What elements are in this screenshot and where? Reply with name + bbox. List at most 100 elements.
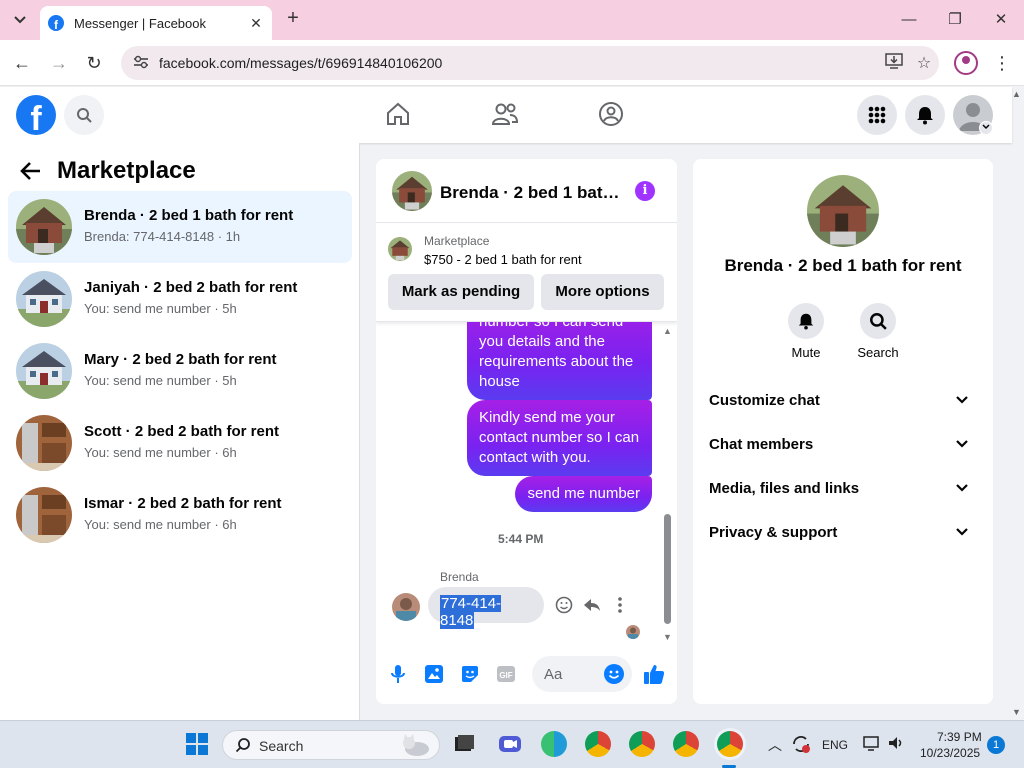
address-bar[interactable]: facebook.com/messages/t/696914840106200 …	[121, 46, 939, 80]
sync-alert-icon[interactable]	[791, 734, 811, 754]
new-tab-icon[interactable]: +	[282, 8, 304, 30]
conversation-item-ismar[interactable]: Ismar · 2 bed 2 bath for rent You: send …	[8, 479, 352, 551]
language-indicator[interactable]: ENG	[822, 738, 848, 752]
seen-avatar	[626, 625, 640, 639]
edge-browser-icon[interactable]	[541, 731, 567, 757]
site-info-icon[interactable]	[131, 55, 151, 72]
listing-thumbnail[interactable]	[388, 237, 412, 261]
chat-members-row[interactable]: Chat members	[709, 425, 977, 465]
microphone-icon[interactable]	[386, 662, 410, 686]
back-arrow-icon[interactable]	[20, 161, 42, 187]
clock-date[interactable]: 10/23/2025	[920, 746, 980, 760]
minimize-icon[interactable]: —	[897, 8, 921, 32]
chat-house-thumbnail[interactable]	[392, 171, 432, 211]
chrome-profile-a-icon[interactable]	[585, 731, 611, 757]
tab-search-chevron-icon[interactable]	[8, 8, 32, 32]
sticker-icon[interactable]	[458, 662, 482, 686]
install-app-icon[interactable]	[879, 52, 909, 74]
groups-icon[interactable]	[596, 99, 626, 129]
mute-bell-icon	[788, 303, 824, 339]
task-view-icon[interactable]	[451, 731, 477, 757]
notifications-bell-icon[interactable]	[905, 95, 945, 135]
conversation-preview: You: send me number · 6h	[84, 445, 237, 460]
reply-icon[interactable]	[581, 594, 603, 616]
conversation-name: Brenda · 2 bed 1 bath for rent	[84, 207, 294, 224]
taskbar-search-icon	[235, 738, 250, 753]
network-icon[interactable]	[863, 735, 881, 751]
thumbs-up-icon[interactable]	[642, 662, 666, 686]
browser-menu-icon[interactable]: ⋮	[992, 51, 1012, 75]
facebook-header: f	[0, 87, 1012, 143]
marketplace-conversation-list: Marketplace Brenda · 2 bed 1 bath for re…	[0, 143, 360, 720]
conversation-item-brenda[interactable]: Brenda · 2 bed 1 bath for rent Brenda: 7…	[8, 191, 352, 263]
reload-icon[interactable]: ↻	[82, 51, 106, 75]
browser-tab-bar: f Messenger | Facebook ✕ + — ❐ ✕	[0, 0, 1024, 40]
conversation-item-janiyah[interactable]: Janiyah · 2 bed 2 bath for rent You: sen…	[8, 263, 352, 335]
chat-header: Brenda · 2 bed 1 bath for rent i	[376, 159, 677, 223]
scroll-thumb[interactable]	[664, 514, 671, 624]
notification-count-badge[interactable]: 1	[987, 736, 1005, 754]
house-thumbnail	[16, 271, 72, 327]
privacy-support-row[interactable]: Privacy & support	[709, 513, 977, 553]
more-actions-icon[interactable]	[609, 594, 631, 616]
media-files-links-row[interactable]: Media, files and links	[709, 469, 977, 509]
chat-scrollbar[interactable]: ▲ ▼	[663, 322, 673, 644]
sender-avatar[interactable]	[392, 593, 420, 621]
friends-icon[interactable]	[490, 99, 520, 129]
teams-meet-icon[interactable]	[497, 731, 523, 757]
tab-title: Messenger | Facebook	[74, 15, 206, 31]
taskbar-search-box[interactable]: Search	[222, 730, 440, 760]
listing-large-thumbnail[interactable]	[807, 175, 879, 247]
chevron-down-icon	[956, 484, 968, 492]
facebook-search-icon[interactable]	[64, 95, 104, 135]
listing-price[interactable]: $750 - 2 bed 1 bath for rent	[424, 252, 582, 267]
photo-icon[interactable]	[422, 662, 446, 686]
more-options-button[interactable]: More options	[541, 274, 664, 310]
info-icon[interactable]: i	[635, 181, 655, 201]
facebook-favicon-icon: f	[48, 15, 64, 31]
react-emoji-icon[interactable]	[553, 594, 575, 616]
chrome-active-icon[interactable]	[717, 731, 743, 757]
gif-icon[interactable]: GIF	[494, 662, 518, 686]
emoji-icon[interactable]	[604, 664, 624, 684]
chrome-profile-c-icon[interactable]	[673, 731, 699, 757]
customize-chat-row[interactable]: Customize chat	[709, 381, 977, 421]
search-in-chat-button[interactable]: Search	[848, 303, 908, 360]
browser-tab[interactable]: f Messenger | Facebook ✕	[40, 6, 272, 40]
conversation-name: Scott · 2 bed 2 bath for rent	[84, 423, 280, 440]
page-scroll-up-icon[interactable]: ▲	[1012, 89, 1021, 99]
taskbar-search-text: Search	[259, 738, 304, 754]
volume-icon[interactable]	[887, 735, 905, 751]
tray-chevron-icon[interactable]: ︿	[768, 735, 782, 755]
home-icon[interactable]	[383, 99, 413, 129]
menu-grid-icon[interactable]	[857, 95, 897, 135]
conversation-item-scott[interactable]: Scott · 2 bed 2 bath for rent You: send …	[8, 407, 352, 479]
outgoing-message[interactable]: Kindly send me your contact number so I …	[467, 400, 652, 476]
page-scroll-down-icon[interactable]: ▼	[1012, 707, 1021, 717]
profile-icon[interactable]	[954, 51, 978, 75]
chat-panel: Brenda · 2 bed 1 bath for rent i Marketp…	[376, 159, 677, 704]
scroll-up-icon[interactable]: ▲	[663, 326, 672, 336]
close-window-icon[interactable]: ✕	[989, 8, 1013, 32]
account-chevron-icon[interactable]	[979, 121, 993, 135]
outgoing-message[interactable]: send me number	[515, 476, 652, 512]
facebook-logo-icon[interactable]: f	[16, 95, 56, 135]
scroll-down-icon[interactable]: ▼	[663, 632, 672, 642]
conversation-preview: You: send me number · 5h	[84, 301, 237, 316]
bookmark-star-icon[interactable]: ☆	[909, 53, 939, 73]
windows-start-icon[interactable]	[186, 733, 208, 755]
mute-button[interactable]: Mute	[776, 303, 836, 360]
forward-icon[interactable]: →	[47, 51, 71, 75]
clock-time[interactable]: 7:39 PM	[937, 730, 982, 744]
conversation-item-mary[interactable]: Mary · 2 bed 2 bath for rent You: send m…	[8, 335, 352, 407]
maximize-icon[interactable]: ❐	[943, 8, 967, 32]
back-icon[interactable]: ←	[10, 51, 34, 75]
tab-close-icon[interactable]: ✕	[248, 15, 264, 32]
chrome-profile-b-icon[interactable]	[629, 731, 655, 757]
message-input[interactable]: Aa	[532, 656, 632, 692]
mark-as-pending-button[interactable]: Mark as pending	[388, 274, 534, 310]
conversation-name: Mary · 2 bed 2 bath for rent	[84, 351, 277, 368]
incoming-message[interactable]: 774-414-8148	[428, 587, 544, 629]
chat-title[interactable]: Brenda · 2 bed 1 bath for rent	[440, 183, 625, 203]
outgoing-message[interactable]: number so I can send you details and the…	[467, 322, 652, 400]
